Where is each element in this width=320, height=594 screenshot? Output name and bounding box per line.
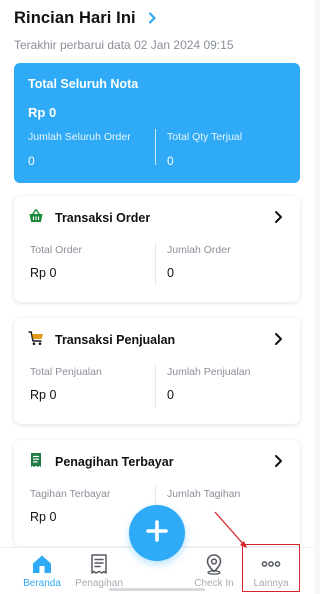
total-order-value: Rp 0 — [30, 266, 57, 280]
jumlah-penjualan-value: 0 — [167, 388, 174, 402]
chevron-right-icon[interactable] — [272, 210, 284, 224]
plus-icon — [145, 519, 169, 548]
page-title: Rincian Hari Ini — [14, 8, 136, 27]
home-icon — [31, 553, 53, 575]
card-title: Transaksi Order — [55, 211, 151, 225]
summary-divider — [155, 129, 156, 165]
card-transaksi-order[interactable]: Transaksi Order Total Order Jumlah Order… — [14, 196, 300, 302]
app-screen: Rincian Hari Ini Terakhir perbarui data … — [0, 0, 314, 594]
highlight-box-lainnya — [242, 544, 300, 592]
chevron-right-icon[interactable] — [272, 332, 284, 346]
receipt-icon — [28, 452, 44, 468]
card-title: Penagihan Terbayar — [55, 455, 174, 469]
tagihan-terbayar-value: Rp 0 — [30, 510, 57, 524]
summary-card: Total Seluruh Nota Rp 0 Jumlah Seluruh O… — [14, 63, 300, 183]
nav-item-penagihan[interactable]: Penagihan — [71, 553, 127, 593]
card-divider — [155, 364, 156, 408]
add-fab-button[interactable] — [129, 505, 185, 561]
chevron-right-icon[interactable] — [144, 10, 160, 26]
location-pin-icon — [203, 553, 225, 575]
nav-label: Beranda — [23, 578, 61, 589]
summary-qty-label: Total Qty Terjual — [167, 131, 243, 143]
jumlah-order-value: 0 — [167, 266, 174, 280]
summary-order-count-value: 0 — [28, 154, 35, 168]
card-transaksi-penjualan[interactable]: Transaksi Penjualan Total Penjualan Juml… — [14, 318, 300, 424]
card-title: Transaksi Penjualan — [55, 333, 176, 347]
tagihan-terbayar-label: Tagihan Terbayar — [30, 488, 111, 500]
header: Rincian Hari Ini Terakhir perbarui data … — [14, 6, 300, 53]
card-divider — [155, 242, 156, 286]
jumlah-order-label: Jumlah Order — [167, 244, 231, 256]
jumlah-tagihan-label: Jumlah Tagihan — [167, 488, 241, 500]
summary-qty-value: 0 — [167, 154, 174, 168]
chevron-right-icon[interactable] — [272, 454, 284, 468]
jumlah-penjualan-label: Jumlah Penjualan — [167, 366, 251, 378]
basket-icon — [28, 208, 44, 224]
nav-item-check-in[interactable]: Check In — [186, 553, 242, 593]
last-updated-text: Terakhir perbarui data 02 Jan 2024 09:15 — [14, 38, 234, 52]
summary-total-value: Rp 0 — [28, 105, 57, 120]
invoice-icon — [88, 553, 110, 575]
total-order-label: Total Order — [30, 244, 82, 256]
total-penjualan-label: Total Penjualan — [30, 366, 102, 378]
home-indicator — [109, 588, 205, 591]
nav-item-beranda[interactable]: Beranda — [14, 553, 70, 593]
total-penjualan-value: Rp 0 — [30, 388, 57, 402]
summary-order-count-label: Jumlah Seluruh Order — [28, 131, 131, 143]
title-row[interactable]: Rincian Hari Ini — [14, 6, 300, 30]
cart-icon — [28, 330, 44, 346]
summary-title: Total Seluruh Nota — [28, 77, 139, 91]
